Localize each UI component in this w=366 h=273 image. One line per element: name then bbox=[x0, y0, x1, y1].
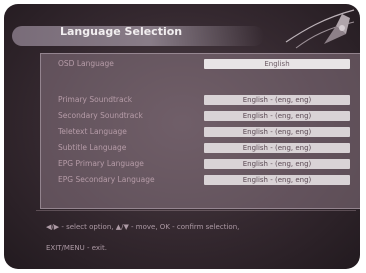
page-title: Language Selection bbox=[60, 25, 183, 38]
osd-language-select[interactable]: English bbox=[204, 59, 350, 69]
secondary-soundtrack-select[interactable]: English - (eng, eng) bbox=[204, 111, 350, 121]
epg-secondary-language-label: EPG Secondary Language bbox=[58, 175, 155, 184]
teletext-language-label: Teletext Language bbox=[58, 127, 127, 136]
subtitle-language-label: Subtitle Language bbox=[58, 143, 127, 152]
help-line-navigation: ◀/▶ - select option, ▲/▼ - move, OK - co… bbox=[46, 223, 240, 231]
teletext-language-select[interactable]: English - (eng, eng) bbox=[204, 127, 350, 137]
primary-soundtrack-label: Primary Soundtrack bbox=[58, 95, 133, 104]
epg-primary-language-label: EPG Primary Language bbox=[58, 159, 144, 168]
osd-language-label: OSD Language bbox=[58, 59, 114, 68]
help-line-exit: EXIT/MENU - exit. bbox=[46, 244, 107, 252]
satellite-decoration-icon bbox=[285, 9, 355, 49]
footer-divider bbox=[36, 210, 356, 211]
subtitle-language-select[interactable]: English - (eng, eng) bbox=[204, 143, 350, 153]
epg-secondary-language-select[interactable]: English - (eng, eng) bbox=[204, 175, 350, 185]
epg-primary-language-select[interactable]: English - (eng, eng) bbox=[204, 159, 350, 169]
primary-soundtrack-select[interactable]: English - (eng, eng) bbox=[204, 95, 350, 105]
secondary-soundtrack-label: Secondary Soundtrack bbox=[58, 111, 143, 120]
